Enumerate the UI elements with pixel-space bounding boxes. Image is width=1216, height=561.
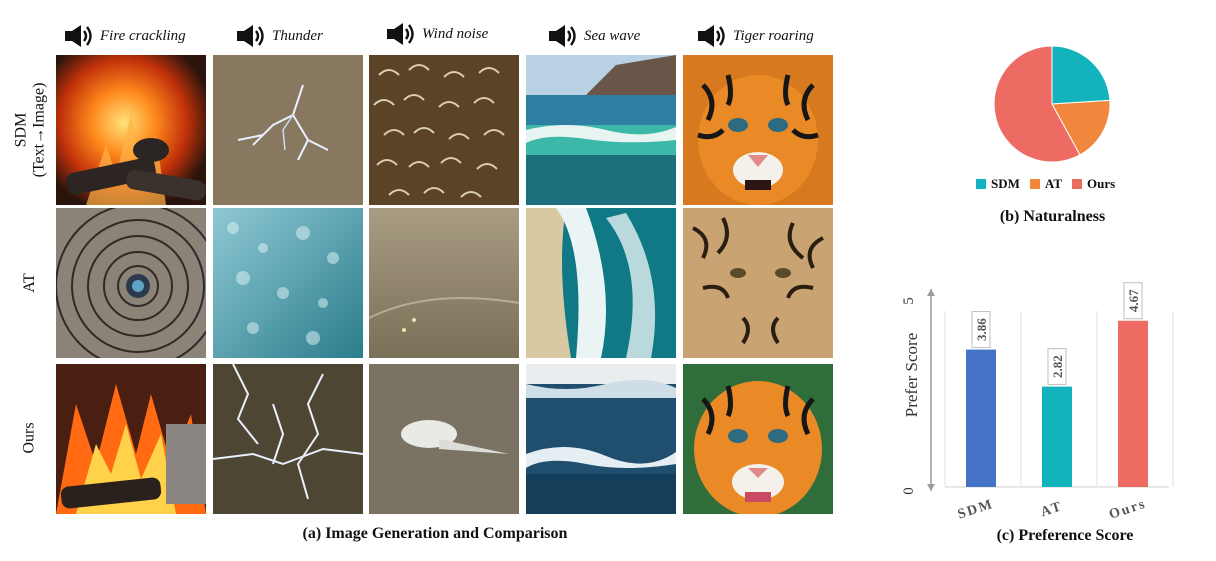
legend-item-ours: Ours — [1072, 176, 1115, 192]
y-axis-arrow-down — [927, 484, 935, 491]
bar-value-label: 2.82 — [1047, 348, 1067, 386]
column-label: Wind noise — [422, 25, 489, 42]
image-at-fire — [56, 208, 206, 358]
row-label-text: SDM — [12, 112, 29, 148]
bar-sdm — [966, 349, 996, 487]
image-at-wind — [369, 208, 519, 358]
bar-ours — [1118, 320, 1148, 487]
column-header-sea: Sea wave — [548, 22, 640, 50]
caption-naturalness: (b) Naturalness — [999, 208, 1106, 225]
bar-at — [1042, 386, 1072, 487]
image-sdm-thunder — [213, 55, 363, 205]
row-label-ours: Ours — [8, 362, 52, 514]
image-at-thunder — [213, 208, 363, 358]
row-label-at: AT — [8, 208, 52, 358]
image-at-sea — [526, 208, 676, 358]
speaker-icon — [698, 25, 725, 47]
column-header-tiger: Tiger roaring — [697, 22, 814, 50]
pie-slice-sdm — [1051, 45, 1111, 105]
legend-label: AT — [1044, 176, 1062, 191]
pie-legend: SDM AT Ours — [976, 176, 1115, 192]
x-tick-label: AT — [1039, 499, 1065, 520]
legend-item-sdm: SDM — [976, 176, 1020, 192]
row-label-text: AT — [21, 273, 38, 293]
bar-value-label: 4.67 — [1123, 282, 1143, 320]
column-label: Thunder — [272, 27, 323, 44]
y-tick-label-top: 5 — [901, 297, 917, 305]
row-sublabel-text: (Text→Image) — [30, 82, 47, 178]
legend-swatch — [1072, 179, 1082, 189]
naturalness-pie-chart — [993, 45, 1111, 163]
image-sdm-wind — [369, 55, 519, 205]
image-sdm-fire — [56, 55, 206, 205]
column-label: Tiger roaring — [733, 27, 814, 44]
image-sdm-tiger — [683, 55, 833, 205]
image-ours-sea — [526, 364, 676, 514]
column-header-fire: Fire crackling — [64, 22, 186, 50]
speaker-icon — [387, 23, 414, 45]
legend-label: Ours — [1087, 176, 1116, 191]
speaker-icon — [65, 25, 92, 47]
legend-item-at: AT — [1029, 176, 1062, 192]
legend-label: SDM — [991, 176, 1020, 191]
image-sdm-sea — [526, 55, 676, 205]
image-at-tiger — [683, 208, 833, 358]
bar-value-text: 3.86 — [974, 318, 989, 341]
column-label: Sea wave — [584, 27, 641, 44]
image-ours-fire — [56, 364, 206, 514]
y-axis-label: Prefer Score — [902, 333, 921, 418]
y-axis-arrow-up — [927, 289, 935, 296]
column-label: Fire crackling — [100, 27, 186, 44]
bar-value-label: 3.86 — [971, 311, 991, 349]
caption-image-generation: (a) Image Generation and Comparison — [302, 525, 568, 542]
x-tick-label: Ours — [1107, 497, 1148, 523]
speaker-icon — [549, 25, 576, 47]
row-label-sdm: SDM (Text→Image) — [8, 55, 52, 205]
caption-preference-score: (c) Preference Score — [996, 527, 1134, 544]
image-ours-wind — [369, 364, 519, 514]
legend-swatch — [976, 179, 986, 189]
bar-value-text: 2.82 — [1050, 355, 1065, 378]
image-ours-tiger — [683, 364, 833, 514]
column-header-thunder: Thunder — [236, 22, 323, 50]
preference-bar-chart: 5 0 Prefer Score 3.86 SDM 2.82 AT 4.67 Ours — [901, 282, 1174, 523]
y-tick-label-bottom: 0 — [901, 487, 917, 495]
legend-swatch — [1029, 179, 1040, 189]
bar-value-text: 4.67 — [1126, 289, 1141, 312]
speaker-icon — [237, 25, 264, 47]
column-header-wind: Wind noise — [386, 20, 488, 48]
image-ours-thunder — [213, 364, 363, 514]
x-tick-label: SDM — [956, 497, 996, 523]
row-label-text: Ours — [20, 422, 38, 454]
